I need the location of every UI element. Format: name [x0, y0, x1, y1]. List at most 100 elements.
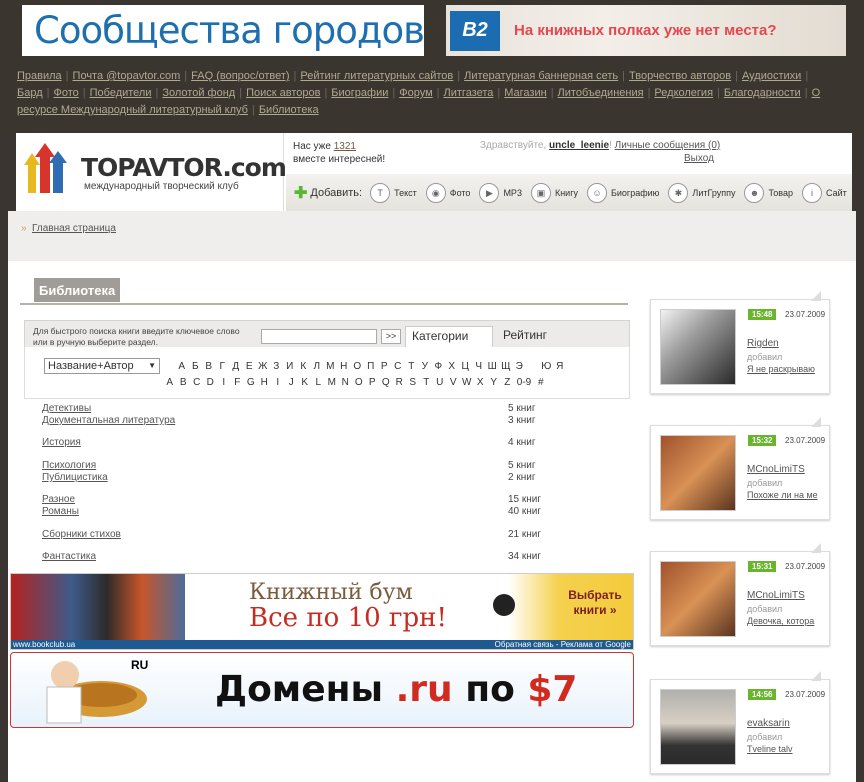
letter-link[interactable]: U: [433, 377, 447, 388]
letter-link[interactable]: Ч: [472, 361, 486, 372]
letter-link[interactable]: Л: [310, 361, 324, 372]
letter-link[interactable]: Д: [229, 361, 243, 372]
nav-link[interactable]: Фото: [53, 87, 78, 99]
letter-link[interactable]: О: [351, 361, 365, 372]
letter-link[interactable]: A: [163, 377, 177, 388]
avatar[interactable]: [660, 435, 736, 511]
nav-link[interactable]: Почта @topavtor.com: [73, 70, 181, 82]
letter-link[interactable]: З: [270, 361, 284, 372]
letter-link[interactable]: Ю: [540, 361, 554, 372]
tab-rating[interactable]: Рейтинг: [503, 328, 547, 342]
letter-link[interactable]: P: [366, 377, 380, 388]
category-link[interactable]: Публицистика: [42, 472, 108, 483]
nav-link[interactable]: Библиотека: [259, 104, 319, 116]
ad-footer-google[interactable]: Обратная связь - Реклама от Google: [495, 640, 631, 649]
site-logo[interactable]: TOPAVTOR.com международный творческий кл…: [16, 133, 287, 211]
letter-link[interactable]: #: [534, 377, 548, 388]
category-link[interactable]: Психология: [42, 460, 96, 471]
letter-link[interactable]: D: [204, 377, 218, 388]
letter-link[interactable]: M: [325, 377, 339, 388]
add-1-button[interactable]: T Текст: [370, 183, 417, 203]
letter-link[interactable]: Щ: [499, 361, 513, 372]
letter-link[interactable]: N: [339, 377, 353, 388]
letter-link[interactable]: Р: [378, 361, 392, 372]
activity-user-link[interactable]: evaksarin: [747, 718, 790, 729]
letter-link[interactable]: Г: [216, 361, 230, 372]
search-go-button[interactable]: >>: [381, 329, 401, 344]
nav-link[interactable]: Благодарности: [724, 87, 801, 99]
nav-link[interactable]: Литературная баннерная сеть: [464, 70, 618, 82]
letter-link[interactable]: Ф: [432, 361, 446, 372]
letter-link[interactable]: I: [217, 377, 231, 388]
letter-link[interactable]: Х: [445, 361, 459, 372]
letter-link[interactable]: И: [283, 361, 297, 372]
category-link[interactable]: Детективы: [42, 403, 91, 414]
letter-link[interactable]: М: [324, 361, 338, 372]
activity-item-link[interactable]: Tveline talv: [747, 744, 793, 754]
add-2-button[interactable]: ◉ Фото: [425, 183, 470, 203]
add-6-button[interactable]: ✱ ЛитГруппу: [668, 183, 735, 203]
letter-link[interactable]: П: [364, 361, 378, 372]
letter-link[interactable]: S: [406, 377, 420, 388]
nav-link[interactable]: Литгазета: [444, 87, 494, 99]
letter-link[interactable]: T: [420, 377, 434, 388]
category-link[interactable]: Сборники стихов: [42, 529, 121, 540]
letter-link[interactable]: Ж: [256, 361, 270, 372]
letter-link[interactable]: Y: [487, 377, 501, 388]
nav-link[interactable]: Магазин: [504, 87, 546, 99]
nav-link[interactable]: Рейтинг литературных сайтов: [300, 70, 453, 82]
username-link[interactable]: uncle_leenie: [549, 140, 609, 151]
add-4-button[interactable]: ▣ Книгу: [530, 183, 578, 203]
nav-link[interactable]: Бард: [17, 87, 43, 99]
book-search-input[interactable]: [261, 329, 377, 344]
add-7-button[interactable]: ☻ Товар: [744, 183, 793, 203]
avatar[interactable]: [660, 689, 736, 765]
letter-link[interactable]: Э: [513, 361, 527, 372]
tab-categories[interactable]: Категории: [405, 326, 493, 348]
nav-link[interactable]: Победители: [90, 87, 152, 99]
letter-link[interactable]: R: [393, 377, 407, 388]
communities-banner[interactable]: Сообщества городов: [22, 5, 425, 56]
nav-link[interactable]: Аудиостихи: [742, 70, 801, 82]
letter-link[interactable]: V: [447, 377, 461, 388]
letter-link[interactable]: J: [285, 377, 299, 388]
ad-footer-site[interactable]: www.bookclub.ua: [13, 640, 75, 649]
members-count-link[interactable]: 1321: [334, 141, 356, 152]
letter-link[interactable]: Б: [189, 361, 203, 372]
letter-link[interactable]: O: [352, 377, 366, 388]
letter-link[interactable]: Ш: [486, 361, 500, 372]
letter-link[interactable]: А: [175, 361, 189, 372]
letter-link[interactable]: C: [190, 377, 204, 388]
search-field-select[interactable]: Название+Автор ▼: [44, 358, 160, 374]
letter-link[interactable]: I: [271, 377, 285, 388]
add-3-button[interactable]: ▶ MP3: [479, 183, 522, 203]
category-link[interactable]: Документальная литература: [42, 415, 175, 426]
letter-link[interactable]: У: [418, 361, 432, 372]
letter-link[interactable]: Z: [501, 377, 515, 388]
letter-link[interactable]: G: [244, 377, 258, 388]
category-link[interactable]: Фантастика: [42, 551, 96, 562]
letter-link[interactable]: Н: [337, 361, 351, 372]
letter-link[interactable]: В: [202, 361, 216, 372]
letter-link[interactable]: W: [460, 377, 474, 388]
choose-books-button[interactable]: Выбрать книги »: [567, 588, 623, 624]
activity-item-link[interactable]: Девочка, котора: [747, 616, 814, 626]
nav-link[interactable]: Форум: [399, 87, 432, 99]
letter-link[interactable]: Я: [553, 361, 567, 372]
activity-user-link[interactable]: MCnoLimiTS: [747, 464, 805, 475]
letter-link[interactable]: Q: [379, 377, 393, 388]
letter-link[interactable]: F: [231, 377, 245, 388]
category-link[interactable]: Разное: [42, 494, 75, 505]
nav-link[interactable]: Поиск авторов: [246, 87, 320, 99]
letter-link[interactable]: H: [258, 377, 272, 388]
add-5-button[interactable]: ☺ Биографию: [586, 183, 659, 203]
letter-link[interactable]: X: [474, 377, 488, 388]
activity-item-link[interactable]: Я не раскрываю: [747, 364, 815, 374]
category-link[interactable]: История: [42, 437, 81, 448]
domains-ad[interactable]: RU Домены .ru по $7: [10, 652, 634, 728]
nav-link[interactable]: Литобъединения: [558, 87, 644, 99]
activity-user-link[interactable]: Rigden: [747, 338, 779, 349]
avatar[interactable]: [660, 309, 736, 385]
letter-link[interactable]: 0-9: [514, 377, 534, 388]
bookclub-ad[interactable]: Книжный бум Все по 10 грн! Выбрать книги…: [10, 573, 634, 650]
